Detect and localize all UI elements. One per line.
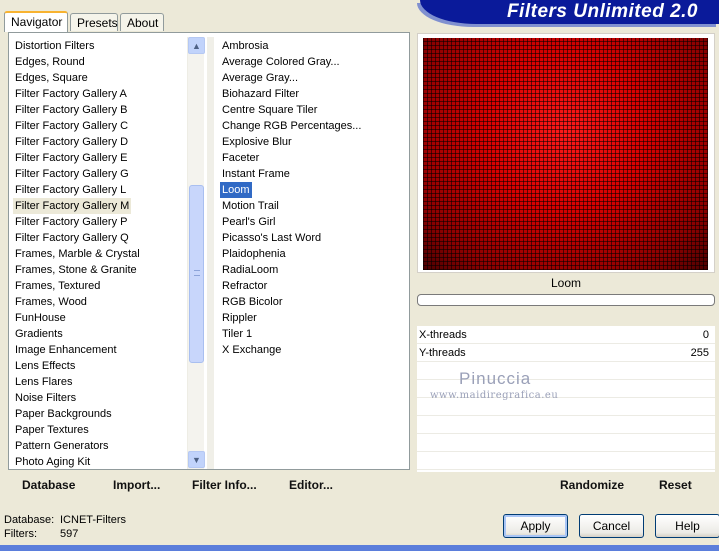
category-item[interactable]: Frames, Marble & Crystal xyxy=(13,246,142,262)
category-item[interactable]: Frames, Wood xyxy=(13,294,89,310)
category-item[interactable]: Filter Factory Gallery G xyxy=(13,166,131,182)
category-item[interactable]: Distortion Filters xyxy=(13,38,96,54)
preview-image[interactable] xyxy=(423,38,708,270)
filter-item[interactable]: Average Gray... xyxy=(220,70,300,86)
param-row-empty xyxy=(417,452,715,470)
grip-icon xyxy=(194,270,200,276)
app-banner: Filters Unlimited 2.0 xyxy=(420,0,719,24)
category-item[interactable]: Filter Factory Gallery D xyxy=(13,134,130,150)
param-row-x-threads[interactable]: X-threads 0 xyxy=(417,326,715,344)
category-item[interactable]: Lens Effects xyxy=(13,358,77,374)
cancel-button[interactable]: Cancel xyxy=(579,514,644,538)
scroll-down-button[interactable]: ▼ xyxy=(188,451,205,468)
category-item[interactable]: Paper Textures xyxy=(13,422,91,438)
category-item[interactable]: Filter Factory Gallery Q xyxy=(13,230,131,246)
editor-button[interactable]: Editor... xyxy=(289,478,333,492)
category-item[interactable]: Frames, Stone & Granite xyxy=(13,262,139,278)
status-filters-value: 597 xyxy=(60,528,79,540)
category-item[interactable]: Image Enhancement xyxy=(13,342,119,358)
scroll-up-button[interactable]: ▲ xyxy=(188,37,205,54)
category-item[interactable]: Photo Aging Kit xyxy=(13,454,92,470)
progress-bar xyxy=(417,294,715,306)
filter-item[interactable]: Faceter xyxy=(220,150,261,166)
category-item[interactable]: Filter Factory Gallery P xyxy=(13,214,129,230)
param-row-empty xyxy=(417,434,715,452)
filter-item[interactable]: Motion Trail xyxy=(220,198,281,214)
list-separator xyxy=(207,37,214,469)
category-item[interactable]: Filter Factory Gallery A xyxy=(13,86,129,102)
filter-item[interactable]: Picasso's Last Word xyxy=(220,230,323,246)
filter-item[interactable]: Centre Square Tiler xyxy=(220,102,319,118)
filter-item[interactable]: Biohazard Filter xyxy=(220,86,301,102)
app-title: Filters Unlimited 2.0 xyxy=(506,1,698,22)
category-item[interactable]: Filter Factory Gallery E xyxy=(13,150,129,166)
status-filters-label: Filters: xyxy=(4,528,37,540)
scroll-thumb[interactable] xyxy=(189,185,204,363)
filter-item[interactable]: Average Colored Gray... xyxy=(220,54,342,70)
chevron-down-icon: ▼ xyxy=(192,454,201,465)
category-item[interactable]: Gradients xyxy=(13,326,65,342)
category-item[interactable]: Filter Factory Gallery B xyxy=(13,102,129,118)
filter-item[interactable]: Instant Frame xyxy=(220,166,292,182)
category-item[interactable]: Edges, Round xyxy=(13,54,87,70)
status-database-value: ICNET-Filters xyxy=(60,514,126,526)
category-item[interactable]: Edges, Square xyxy=(13,70,90,86)
param-value[interactable]: 0 xyxy=(703,326,709,344)
reset-button[interactable]: Reset xyxy=(659,478,692,492)
filter-item[interactable]: Rippler xyxy=(220,310,259,326)
filter-item[interactable]: Loom xyxy=(220,182,252,198)
help-button[interactable]: Help xyxy=(655,514,719,538)
current-filter-name: Loom xyxy=(550,276,582,290)
filter-item[interactable]: Tiler 1 xyxy=(220,326,254,342)
filter-item[interactable]: Ambrosia xyxy=(220,38,270,54)
database-button[interactable]: Database xyxy=(22,478,75,492)
import-button[interactable]: Import... xyxy=(113,478,160,492)
category-item[interactable]: Filter Factory Gallery L xyxy=(13,182,128,198)
param-label: X-threads xyxy=(419,329,467,341)
apply-button[interactable]: Apply xyxy=(503,514,568,538)
category-list[interactable]: Distortion Filters Edges, Round Edges, Squ… xyxy=(13,38,185,470)
tab-about[interactable]: About xyxy=(120,13,164,31)
chevron-up-icon: ▲ xyxy=(192,40,201,51)
filter-list[interactable]: Ambrosia Average Colored Gray... Average G… xyxy=(220,38,408,470)
category-item[interactable]: Filter Factory Gallery C xyxy=(13,118,130,134)
filter-item[interactable]: X Exchange xyxy=(220,342,283,358)
watermark-name: Pinuccia xyxy=(459,369,532,388)
param-value[interactable]: 255 xyxy=(691,344,709,362)
param-label: Y-threads xyxy=(419,347,466,359)
randomize-button[interactable]: Randomize xyxy=(560,478,624,492)
filter-info-button[interactable]: Filter Info... xyxy=(192,478,257,492)
status-filters: Filters: 597 xyxy=(4,528,78,540)
taskbar-strip xyxy=(0,545,719,551)
filter-item[interactable]: Change RGB Percentages... xyxy=(220,118,363,134)
status-database-label: Database: xyxy=(4,514,55,526)
category-item[interactable]: Filter Factory Gallery M xyxy=(13,198,132,214)
param-row-empty xyxy=(417,416,715,434)
category-item[interactable]: Frames, Textured xyxy=(13,278,102,294)
filter-item[interactable]: Explosive Blur xyxy=(220,134,294,150)
watermark-url: www.maidiregrafica.eu xyxy=(430,390,559,401)
status-database: Database: ICNET-Filters xyxy=(4,514,126,526)
filter-item[interactable]: RGB Bicolor xyxy=(220,294,285,310)
category-item[interactable]: Noise Filters xyxy=(13,390,78,406)
filter-item[interactable]: Pearl's Girl xyxy=(220,214,277,230)
filter-item[interactable]: RadiaLoom xyxy=(220,262,280,278)
category-item[interactable]: Pattern Generators xyxy=(13,438,111,454)
filter-item[interactable]: Refractor xyxy=(220,278,269,294)
tab-navigator[interactable]: Navigator xyxy=(4,11,68,32)
filter-item[interactable]: Plaidophenia xyxy=(220,246,288,262)
category-item[interactable]: FunHouse xyxy=(13,310,68,326)
param-row-y-threads[interactable]: Y-threads 255 xyxy=(417,344,715,362)
category-item[interactable]: Lens Flares xyxy=(13,374,74,390)
tab-presets[interactable]: Presets xyxy=(70,13,118,31)
category-scrollbar[interactable]: ▲ ▼ xyxy=(187,37,205,469)
category-item[interactable]: Paper Backgrounds xyxy=(13,406,114,422)
